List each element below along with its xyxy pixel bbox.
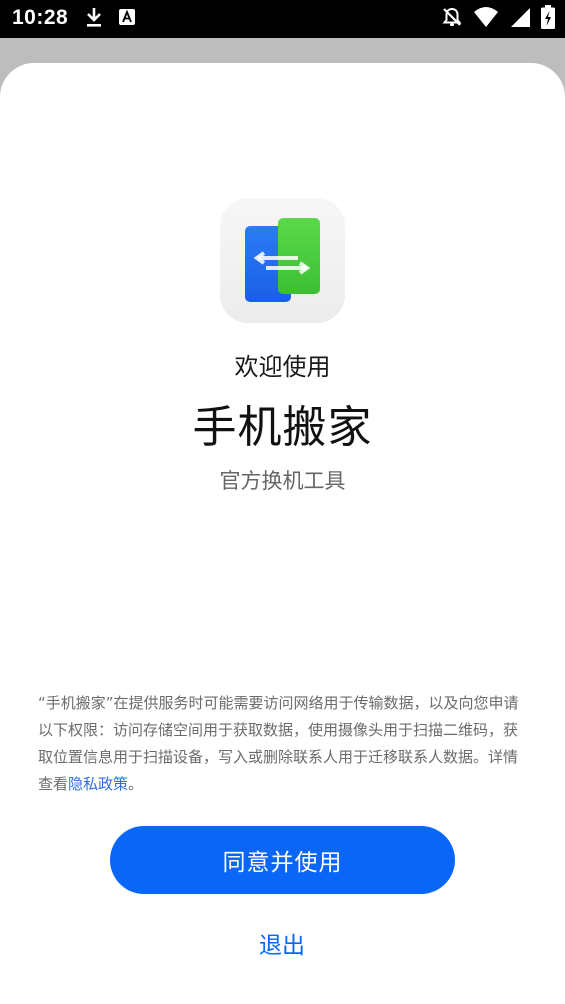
notifications-off-icon xyxy=(441,6,463,32)
download-icon xyxy=(84,6,104,32)
welcome-text: 欢迎使用 xyxy=(234,353,331,381)
status-left-icons xyxy=(84,8,136,30)
app-name-title: 手机搬家 xyxy=(192,402,373,453)
wifi-icon xyxy=(473,6,499,32)
battery-charging-icon xyxy=(541,5,555,33)
a-icon xyxy=(118,8,136,30)
cell-signal-icon xyxy=(509,6,531,32)
privacy-notice-end: 。 xyxy=(128,775,144,793)
status-time: 10:28 xyxy=(12,6,69,29)
agree-and-use-button[interactable]: 同意并使用 xyxy=(110,826,455,894)
permission-dialog: 欢迎使用 手机搬家 官方换机工具 “手机搬家”在提供服务时可能需要访问网络用于传… xyxy=(0,63,565,1004)
app-tagline: 官方换机工具 xyxy=(219,469,346,493)
phone-clone-app-icon xyxy=(220,198,345,323)
status-right-icons xyxy=(441,5,555,33)
privacy-notice: “手机搬家”在提供服务时可能需要访问网络用于传输数据，以及向您申请以下权限：访问… xyxy=(38,690,528,798)
status-bar: 10:28 xyxy=(0,0,565,38)
exit-button[interactable]: 退出 xyxy=(232,925,332,961)
privacy-policy-link[interactable]: 隐私政策 xyxy=(68,775,128,793)
